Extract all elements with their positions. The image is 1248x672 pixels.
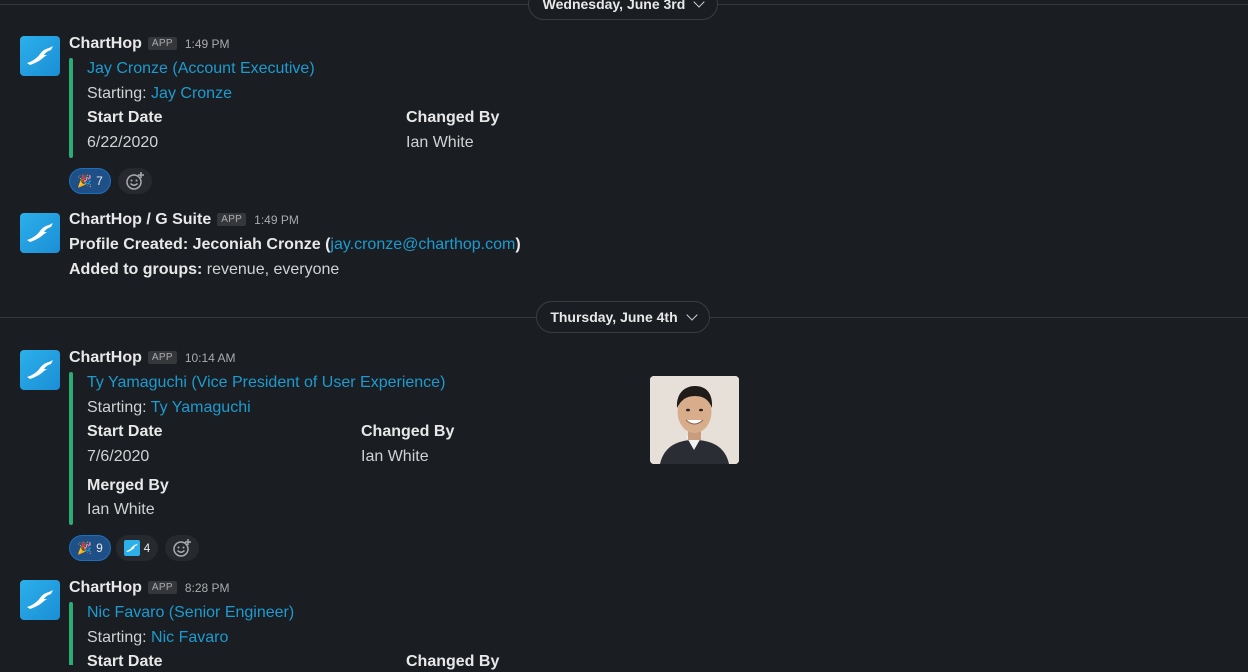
profile-photo[interactable] — [650, 376, 739, 464]
charthop-icon — [123, 540, 140, 556]
sender-name[interactable]: ChartHop — [69, 579, 142, 597]
date-divider-pill[interactable]: Thursday, June 4th — [536, 301, 710, 333]
reaction-party[interactable]: 🎉 9 — [69, 535, 111, 561]
reaction-charthop[interactable]: 4 — [116, 535, 158, 561]
sender-name[interactable]: ChartHop — [69, 35, 142, 53]
attachment-bar — [69, 372, 73, 525]
date-label: Thursday, June 4th — [550, 309, 678, 325]
app-badge: APP — [147, 37, 177, 50]
starting-line: Starting: Ty Yamaguchi — [87, 398, 251, 418]
attachment-bar — [69, 602, 73, 665]
charthop-logo-icon — [27, 360, 53, 379]
timestamp[interactable]: 1:49 PM — [185, 37, 230, 51]
profile-created-label: Profile Created: Jeconiah Cronze ( — [69, 236, 331, 253]
groups-value: revenue, everyone — [206, 261, 340, 278]
message-header: ChartHop APP 10:14 AM — [69, 349, 236, 367]
reaction-party[interactable]: 🎉 7 — [69, 168, 111, 194]
reaction-count: 9 — [96, 541, 103, 555]
field-label: Start Date — [87, 109, 163, 126]
groups-label: Added to groups: — [69, 261, 203, 278]
charthop-avatar[interactable] — [20, 36, 60, 76]
field-value: Ian White — [406, 134, 474, 151]
field-label: Changed By — [406, 653, 500, 670]
sender-name[interactable]: ChartHop — [69, 349, 142, 367]
chevron-down-icon[interactable] — [693, 0, 705, 8]
starting-line: Starting: Nic Favaro — [87, 628, 228, 648]
charthop-avatar[interactable] — [20, 580, 60, 620]
field-label: Changed By — [406, 109, 500, 126]
charthop-avatar[interactable] — [20, 213, 60, 253]
add-reaction-button[interactable] — [118, 168, 152, 194]
starting-line: Starting: Jay Cronze — [87, 84, 232, 104]
message-header: ChartHop APP 8:28 PM — [69, 579, 230, 597]
timestamp[interactable]: 1:49 PM — [254, 213, 299, 227]
paren-close: ) — [515, 236, 521, 253]
app-badge: APP — [147, 351, 177, 364]
field-value: 6/22/2020 — [87, 134, 159, 151]
attachment-title-link[interactable]: Nic Favaro (Senior Engineer) — [87, 603, 294, 623]
reaction-count: 7 — [96, 174, 103, 188]
starting-name-link[interactable]: Jay Cronze — [151, 85, 232, 102]
field-label: Changed By — [361, 423, 455, 440]
chevron-down-icon[interactable] — [685, 309, 698, 321]
party-popper-icon: 🎉 — [77, 541, 93, 555]
starting-label: Starting: — [87, 629, 147, 646]
starting-label: Starting: — [87, 399, 147, 416]
email-link[interactable]: jay.cronze@charthop.com — [330, 236, 515, 253]
date-divider-pill[interactable]: Wednesday, June 3rd — [528, 0, 718, 20]
party-popper-icon: 🎉 — [77, 174, 93, 188]
sender-name[interactable]: ChartHop / G Suite — [69, 211, 211, 229]
field-value: Ian White — [361, 448, 429, 465]
field-label: Start Date — [87, 653, 163, 670]
attachment-title-link[interactable]: Jay Cronze (Account Executive) — [87, 59, 315, 79]
reaction-count: 4 — [143, 541, 151, 555]
app-badge: APP — [217, 213, 247, 226]
starting-label: Starting: — [87, 85, 147, 102]
field-label: Merged By — [87, 477, 169, 494]
timestamp[interactable]: 8:28 PM — [185, 581, 230, 595]
starting-name-link[interactable]: Ty Yamaguchi — [151, 399, 251, 416]
add-reaction-button[interactable] — [165, 535, 199, 561]
charthop-logo-icon — [27, 223, 53, 242]
field-label: Start Date — [87, 423, 163, 440]
add-emoji-icon — [173, 539, 191, 557]
person-photo-icon — [650, 376, 739, 464]
profile-created-line: Profile Created: Jeconiah Cronze (jay.cr… — [69, 235, 521, 255]
charthop-logo-icon — [27, 46, 53, 65]
field-value: Ian White — [87, 501, 155, 518]
timestamp[interactable]: 10:14 AM — [185, 351, 236, 365]
charthop-logo-icon — [27, 590, 53, 609]
attachment-bar — [69, 58, 73, 158]
field-value: 7/6/2020 — [87, 448, 150, 465]
starting-name-link[interactable]: Nic Favaro — [151, 629, 228, 646]
app-badge: APP — [147, 581, 177, 594]
add-emoji-icon — [126, 172, 144, 190]
groups-line: Added to groups: revenue, everyone — [69, 260, 339, 280]
message-header: ChartHop / G Suite APP 1:49 PM — [69, 211, 299, 229]
charthop-avatar[interactable] — [20, 350, 60, 390]
date-label: Wednesday, June 3rd — [542, 0, 686, 12]
attachment-title-link[interactable]: Ty Yamaguchi (Vice President of User Exp… — [87, 373, 445, 393]
message-header: ChartHop APP 1:49 PM — [69, 35, 230, 53]
